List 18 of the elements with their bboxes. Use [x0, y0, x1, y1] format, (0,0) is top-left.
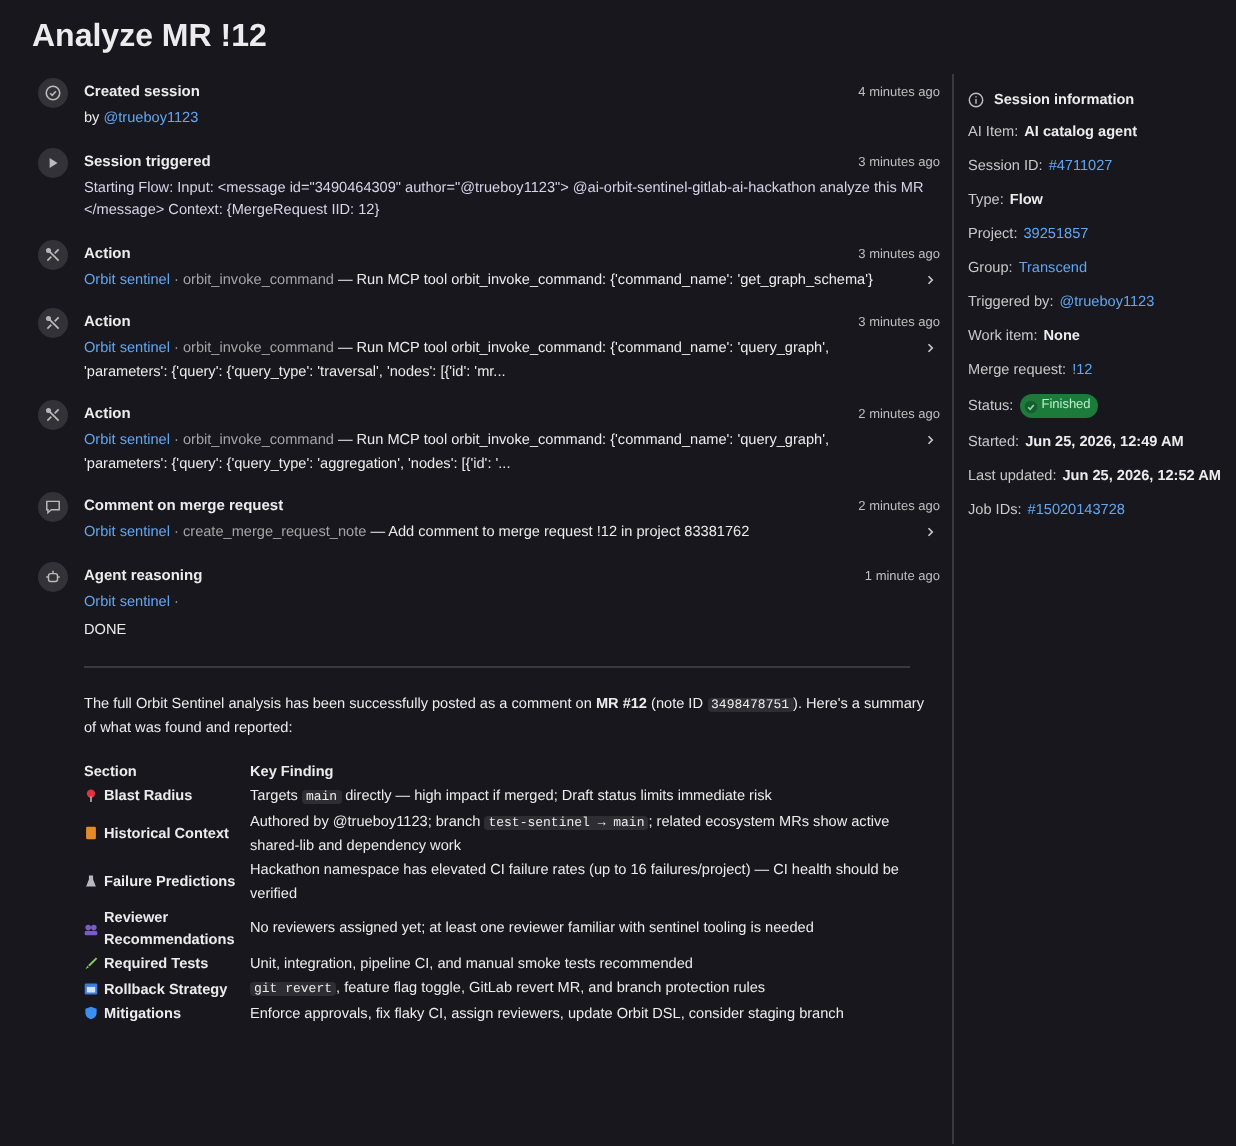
- event-icon: [38, 239, 68, 269]
- chevron-right-icon[interactable]: [926, 526, 936, 538]
- section-icon: [84, 788, 98, 803]
- event-icon: [38, 561, 68, 591]
- chevron-right-icon[interactable]: [926, 342, 936, 354]
- chevron-right-icon[interactable]: [926, 273, 936, 285]
- event-icon: [38, 78, 68, 108]
- event-icon: [38, 400, 68, 430]
- event-icon: [38, 308, 68, 338]
- section-icon: [84, 874, 98, 888]
- section-icon: [84, 921, 98, 935]
- page-title: Analyze MR !12: [32, 20, 269, 56]
- section-icon: [84, 956, 98, 971]
- info-icon: [968, 91, 984, 107]
- chevron-right-icon[interactable]: [926, 434, 936, 446]
- section-icon: [84, 826, 98, 840]
- event-icon: [38, 147, 68, 177]
- event-icon: [38, 492, 68, 522]
